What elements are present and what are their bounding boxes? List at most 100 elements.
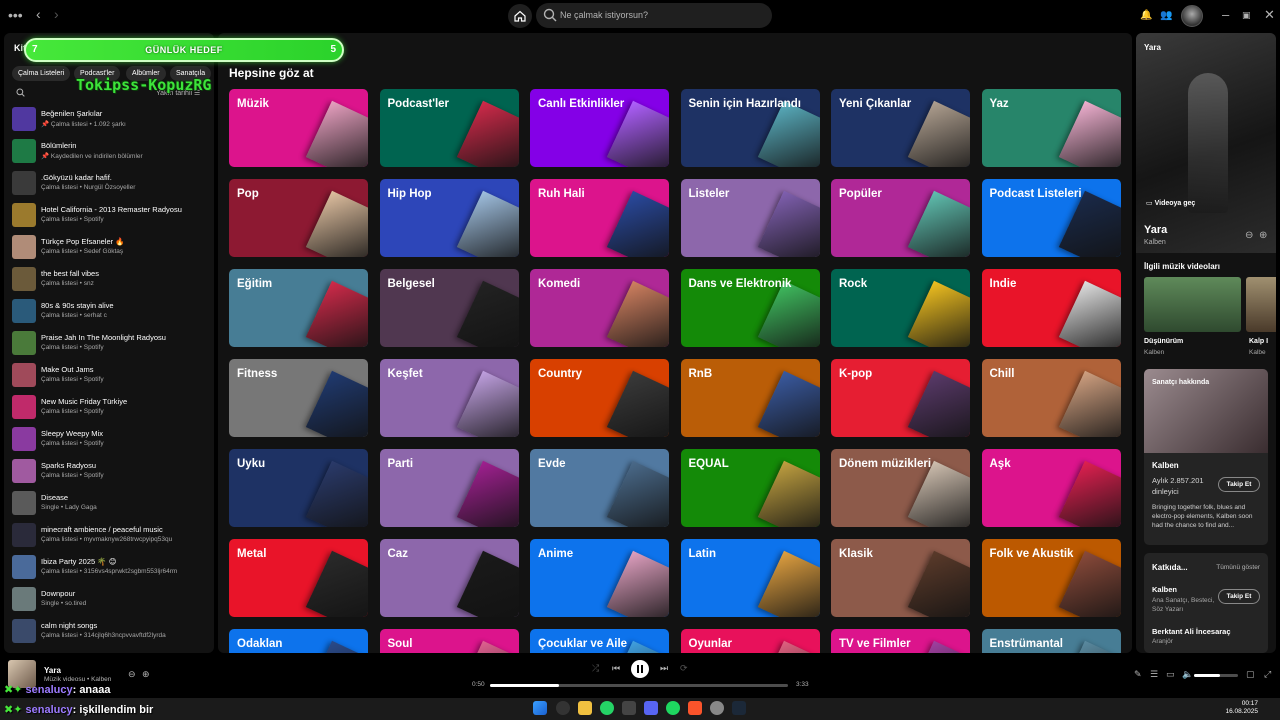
progress-bar[interactable]	[490, 684, 788, 687]
category-tile[interactable]: Yeni Çıkanlar	[831, 89, 970, 167]
related-video-thumb[interactable]	[1246, 277, 1276, 332]
credit-name[interactable]: Kalben	[1152, 585, 1177, 594]
category-tile[interactable]: Podcast Listeleri	[981, 179, 1121, 257]
player-track-subtitle[interactable]: Müzik videosu • Kalben	[44, 676, 111, 683]
category-tile[interactable]: Folk ve Akustik	[981, 539, 1121, 617]
library-item[interactable]: Disease Single • Lady Gaga	[10, 489, 210, 519]
library-item[interactable]: .Gökyüzü kadar hafif. Çalma listesi • Nur…	[10, 169, 210, 199]
app-icon[interactable]	[622, 701, 636, 715]
discord-icon[interactable]	[644, 701, 658, 715]
user-avatar[interactable]	[1181, 5, 1203, 27]
back-arrow-icon[interactable]: ‹	[36, 7, 41, 21]
category-tile[interactable]: Country	[530, 359, 669, 437]
forward-arrow-icon[interactable]: ›	[54, 7, 59, 21]
category-tile[interactable]: Klasik	[831, 539, 970, 617]
related-video-title[interactable]: Kalp I	[1249, 338, 1268, 345]
repeat-icon[interactable]: ⟳	[680, 663, 688, 674]
category-tile[interactable]: Hip Hop	[379, 179, 519, 257]
category-tile[interactable]: TV ve Filmler	[831, 629, 970, 653]
add-icon[interactable]: ⊕	[1259, 230, 1267, 241]
library-item[interactable]: Türkçe Pop Efsaneler 🔥 Çalma listesi • Se…	[10, 233, 210, 263]
windows-start-icon[interactable]	[533, 701, 547, 715]
category-tile[interactable]: K-pop	[831, 359, 970, 437]
category-tile[interactable]: Senin için Hazırlandı	[680, 89, 820, 167]
category-tile[interactable]: Anime	[530, 539, 669, 617]
category-tile[interactable]: Rock	[831, 269, 970, 347]
previous-icon[interactable]: ⏮	[612, 663, 620, 674]
category-tile[interactable]: Aşk	[981, 449, 1121, 527]
chrome-icon[interactable]	[710, 701, 724, 715]
library-item[interactable]: minecraft ambience / peaceful music Çalma…	[10, 521, 210, 551]
chip-playlists[interactable]: Çalma Listeleri	[12, 66, 71, 81]
library-search-icon[interactable]	[16, 88, 25, 97]
category-tile[interactable]: Caz	[379, 539, 519, 617]
category-tile[interactable]: Komedi	[530, 269, 669, 347]
related-video-artist[interactable]: Kalben	[1144, 349, 1164, 356]
category-tile[interactable]: Soul	[379, 629, 519, 653]
taskbar-search-icon[interactable]	[556, 701, 570, 715]
follow-button[interactable]: Takip Et	[1218, 589, 1260, 604]
now-playing-song[interactable]: Yara	[1144, 224, 1167, 236]
category-tile[interactable]: Yaz	[981, 89, 1121, 167]
category-tile[interactable]: Metal	[229, 539, 368, 617]
system-clock[interactable]: 00:17 16.08.2025	[1225, 700, 1258, 716]
library-item[interactable]: Sparks Radyosu Çalma listesi • Spotify	[10, 457, 210, 487]
notification-bell-icon[interactable]: 🔔	[1140, 9, 1152, 23]
now-playing-artist[interactable]: Kalben	[1144, 239, 1166, 246]
category-tile[interactable]: Müzik	[229, 89, 368, 167]
category-tile[interactable]: Odaklan	[229, 629, 368, 653]
brave-browser-icon[interactable]	[688, 701, 702, 715]
library-item[interactable]: 80s & 90s stayin alive Çalma listesi • se…	[10, 297, 210, 327]
friends-activity-icon[interactable]: 👥	[1160, 9, 1172, 23]
artist-name[interactable]: Kalben	[1152, 461, 1179, 470]
category-tile[interactable]: Çocuklar ve Aile	[530, 629, 669, 653]
category-tile[interactable]: Evde	[530, 449, 669, 527]
add-icon[interactable]: ⊕	[142, 669, 150, 680]
spotify-icon[interactable]	[666, 701, 680, 715]
shuffle-icon[interactable]: ⤮	[592, 663, 599, 674]
category-tile[interactable]: Listeler	[680, 179, 820, 257]
file-explorer-icon[interactable]	[578, 701, 592, 715]
video-preview[interactable]	[1136, 33, 1276, 253]
related-video-title[interactable]: Düşünürüm	[1144, 338, 1183, 345]
more-menu-icon[interactable]: •••	[8, 8, 23, 22]
category-tile[interactable]: Dans ve Elektronik	[680, 269, 820, 347]
remove-icon[interactable]: ⊖	[128, 669, 136, 680]
category-tile[interactable]: Eğitim	[229, 269, 368, 347]
search-bar[interactable]: Ne çalmak istiyorsun?	[536, 3, 772, 28]
fullscreen-icon[interactable]: ⤢	[1264, 669, 1271, 680]
switch-to-video-button[interactable]: ▭ Videoya geç	[1146, 199, 1195, 207]
category-tile[interactable]: Podcast'ler	[379, 89, 519, 167]
steam-icon[interactable]	[732, 701, 746, 715]
category-tile[interactable]: Oyunlar	[680, 629, 820, 653]
library-item[interactable]: the best fall vibes Çalma listesi • snz	[10, 265, 210, 295]
volume-icon[interactable]: 🔈	[1182, 669, 1193, 680]
category-tile[interactable]: Popüler	[831, 179, 970, 257]
about-artist-card[interactable]: Sanatçı hakkında Kalben Aylık 2.857.201 …	[1144, 369, 1268, 545]
category-tile[interactable]: Canlı Etkinlikler	[530, 89, 669, 167]
library-item[interactable]: Hotel California - 2013 Remaster Radyosu…	[10, 201, 210, 231]
maximize-icon[interactable]: ▣	[1242, 8, 1251, 22]
player-track-title[interactable]: Yara	[44, 666, 61, 675]
category-tile[interactable]: Fitness	[229, 359, 368, 437]
show-all-link[interactable]: Tümünü göster	[1216, 564, 1260, 571]
library-item[interactable]: Make Out Jams Çalma listesi • Spotify	[10, 361, 210, 391]
library-item[interactable]: Sleepy Weepy Mix Çalma listesi • Spotify	[10, 425, 210, 455]
credit-name[interactable]: Berktant Ali İncesaraç	[1152, 627, 1231, 636]
category-tile[interactable]: EQUAL	[680, 449, 820, 527]
library-item[interactable]: Beğenilen Şarkılar 📌 Çalma listesi • 1.09…	[10, 105, 210, 135]
home-button[interactable]	[508, 4, 532, 28]
minimize-icon[interactable]: –	[1222, 8, 1229, 22]
related-video-thumb[interactable]	[1144, 277, 1241, 332]
category-tile[interactable]: Pop	[229, 179, 368, 257]
remove-icon[interactable]: ⊖	[1245, 230, 1253, 241]
library-item[interactable]: Ibiza Party 2025 🌴 😊 Çalma listesi • 3156…	[10, 553, 210, 583]
library-item[interactable]: Downpour Single • so.tired	[10, 585, 210, 615]
whatsapp-icon[interactable]	[600, 701, 614, 715]
volume-slider[interactable]	[1194, 674, 1238, 677]
related-video-artist[interactable]: Kalbe	[1249, 349, 1266, 356]
category-tile[interactable]: Chill	[981, 359, 1121, 437]
category-tile[interactable]: RnB	[680, 359, 820, 437]
queue-icon[interactable]: ☰	[1150, 669, 1158, 680]
category-tile[interactable]: Ruh Hali	[530, 179, 669, 257]
